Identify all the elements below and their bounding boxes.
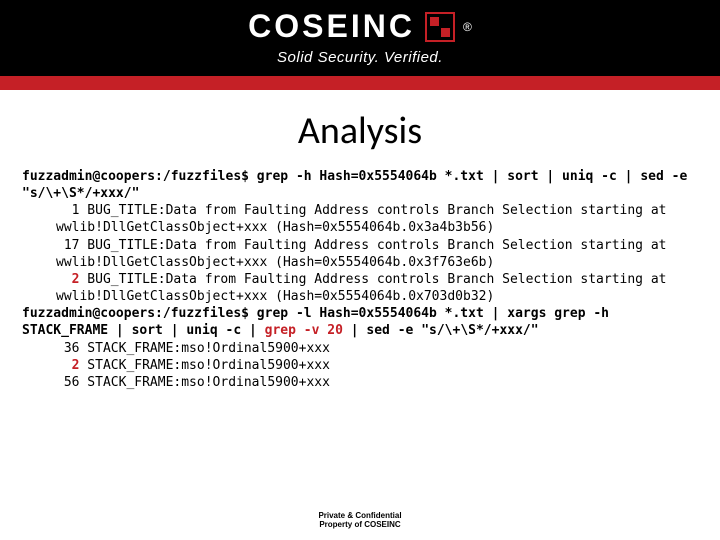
- registered-mark: ®: [463, 20, 472, 34]
- output-line: 36 STACK_FRAME:mso!Ordinal5900+xxx: [22, 340, 698, 357]
- output-count-pre: [56, 272, 72, 287]
- header-band: COSEINC ® Solid Security. Verified.: [0, 0, 720, 76]
- brand-logo-icon: [425, 12, 455, 42]
- code-line: fuzzadmin@coopers:/fuzzfiles$ grep -l Ha…: [22, 305, 698, 339]
- logo-row: COSEINC ®: [248, 8, 472, 45]
- shell-prompt: fuzzadmin@coopers:/fuzzfiles$: [22, 169, 249, 184]
- output-count-pre: [56, 358, 72, 373]
- shell-command-highlight: grep -v 20: [265, 323, 343, 338]
- slide: COSEINC ® Solid Security. Verified. Anal…: [0, 0, 720, 540]
- output-line: 2 BUG_TITLE:Data from Faulting Address c…: [22, 271, 698, 305]
- output-text: BUG_TITLE:Data from Faulting Address con…: [56, 272, 674, 304]
- code-line: fuzzadmin@coopers:/fuzzfiles$ grep -h Ha…: [22, 168, 698, 202]
- brand-tagline: Solid Security. Verified.: [277, 49, 443, 66]
- shell-prompt: fuzzadmin@coopers:/fuzzfiles$: [22, 306, 249, 321]
- output-line: 56 STACK_FRAME:mso!Ordinal5900+xxx: [22, 374, 698, 391]
- footer: Private & Confidential Property of COSEI…: [0, 511, 720, 530]
- output-line: 1 BUG_TITLE:Data from Faulting Address c…: [22, 202, 698, 236]
- output-line: 2 STACK_FRAME:mso!Ordinal5900+xxx: [22, 357, 698, 374]
- output-text: STACK_FRAME:mso!Ordinal5900+xxx: [79, 358, 329, 373]
- code-block: fuzzadmin@coopers:/fuzzfiles$ grep -h Ha…: [0, 168, 720, 391]
- output-line: 17 BUG_TITLE:Data from Faulting Address …: [22, 237, 698, 271]
- brand-name: COSEINC: [248, 8, 415, 45]
- shell-command: | sed -e "s/\+\S*/+xxx/": [343, 323, 539, 338]
- footer-line-2: Property of COSEINC: [0, 520, 720, 530]
- slide-title: Analysis: [0, 108, 720, 154]
- footer-line-1: Private & Confidential: [0, 511, 720, 521]
- accent-bar: [0, 76, 720, 90]
